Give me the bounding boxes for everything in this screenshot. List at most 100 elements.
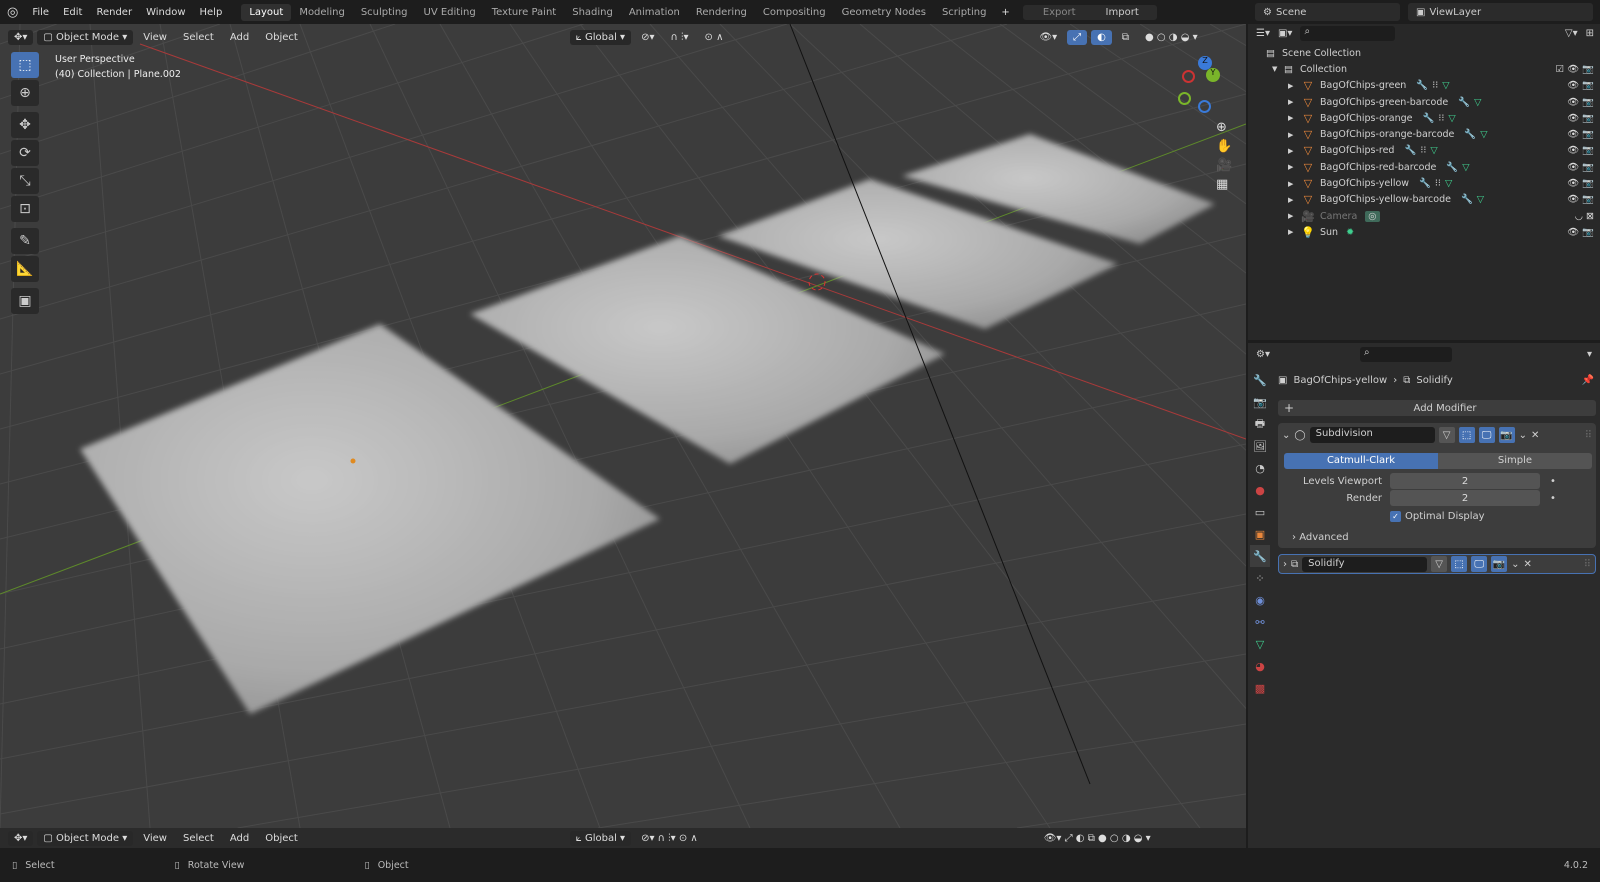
modifier-menu-icon[interactable]: ⌄	[1519, 430, 1527, 441]
expand-icon[interactable]: ▶	[1288, 114, 1300, 122]
on-cage-icon[interactable]: ⬚	[1451, 556, 1468, 572]
tab-layout[interactable]: Layout	[241, 3, 292, 21]
render-tab-icon[interactable]: 📷	[1250, 391, 1270, 413]
menu-file[interactable]: File	[25, 7, 56, 18]
add-modifier-button[interactable]: + Add Modifier	[1278, 400, 1596, 416]
delete-modifier-icon[interactable]: ✕	[1531, 430, 1539, 441]
modifier-wrench-icon[interactable]: 🔧	[1419, 178, 1431, 189]
mode-dropdown-2[interactable]: ▢ Object Mode ▾	[37, 830, 134, 846]
outliner-item[interactable]: ▶ ▽ BagOfChips-green 🔧 ⁝⁝ ▽ 👁 📷	[1266, 78, 1600, 94]
mesh-data-icon[interactable]: ▽	[1442, 80, 1449, 91]
collection-row[interactable]: ▼ ▤ Collection ☑ 👁 📷	[1266, 61, 1600, 77]
expand-icon[interactable]: ▶	[1288, 163, 1300, 171]
expand-icon[interactable]: ▶	[1288, 98, 1300, 106]
modifier-wrench-icon[interactable]: 🔧	[1416, 80, 1428, 91]
modifier-wrench-icon[interactable]: 🔧	[1423, 113, 1435, 124]
collection-tab-icon[interactable]: ▭	[1250, 501, 1270, 523]
menu-window[interactable]: Window	[139, 7, 192, 18]
tab-compositing[interactable]: Compositing	[755, 4, 834, 21]
add-workspace-button[interactable]: +	[994, 7, 1016, 18]
menu-object[interactable]: Object	[259, 30, 304, 45]
expand-icon[interactable]: ▶	[1288, 196, 1300, 204]
move-tool-icon[interactable]: ✥	[11, 112, 39, 138]
menu-view[interactable]: View	[137, 30, 173, 45]
import-button[interactable]: Import	[1094, 7, 1151, 18]
gizmo-toggle-icon[interactable]: ⤢	[1067, 29, 1088, 45]
mode-dropdown[interactable]: ▢ Object Mode ▾	[37, 29, 134, 45]
menu-select-2[interactable]: Select	[177, 831, 220, 846]
menu-object-2[interactable]: Object	[259, 831, 304, 846]
filter-view-icon[interactable]: ▣▾	[1278, 28, 1292, 39]
vertex-groups-icon[interactable]: ⁝⁝	[1420, 145, 1426, 156]
solidify-name-input[interactable]: Solidify	[1302, 556, 1428, 572]
output-tab-icon[interactable]: 🖶	[1250, 413, 1270, 435]
outliner-item[interactable]: ▶ 💡 Sun ✹ 👁 📷	[1266, 224, 1600, 240]
viewport-display-icon[interactable]: 🖵	[1471, 556, 1488, 572]
modifier-wrench-icon[interactable]: 🔧	[1458, 97, 1470, 108]
overlay-toggle-icon[interactable]: ◐	[1091, 29, 1112, 45]
mesh-data-icon[interactable]: ▽	[1480, 129, 1487, 140]
scene-selector[interactable]: ⚙ Scene	[1255, 3, 1400, 21]
tab-rendering[interactable]: Rendering	[688, 4, 755, 21]
outliner-item[interactable]: ▶ 🎥 Camera ◎ ◡ ⊠	[1266, 208, 1600, 224]
tab-scripting[interactable]: Scripting	[934, 4, 994, 21]
tab-uv-editing[interactable]: UV Editing	[416, 4, 484, 21]
modifier-menu-icon[interactable]: ⌄	[1511, 559, 1519, 570]
visibility-toggles[interactable]: 👁 📷	[1567, 162, 1594, 173]
display-mode-icon[interactable]: ☰▾	[1256, 28, 1270, 39]
add-cube-tool-icon[interactable]: ▣	[11, 288, 39, 314]
modifier-tab-icon[interactable]: 🔧	[1250, 545, 1270, 567]
navigation-gizmo[interactable]: Y Z X	[1172, 56, 1232, 116]
levels-viewport-field[interactable]: 2	[1390, 473, 1540, 489]
mesh-data-icon[interactable]: ▽	[1445, 178, 1452, 189]
visibility-toggles[interactable]: ◡ ⊠	[1575, 211, 1594, 222]
new-collection-icon[interactable]: ⊞	[1586, 28, 1594, 39]
physics-tab-icon[interactable]: ◉	[1250, 589, 1270, 611]
visibility-toggles[interactable]: 👁 📷	[1567, 129, 1594, 140]
render-levels-field[interactable]: 2	[1390, 490, 1540, 506]
visibility-toggles[interactable]: 👁 📷	[1567, 194, 1594, 205]
delete-modifier-icon[interactable]: ✕	[1524, 559, 1532, 570]
menu-help[interactable]: Help	[193, 7, 230, 18]
outliner-item[interactable]: ▶ ▽ BagOfChips-orange-barcode 🔧 ▽ 👁 📷	[1266, 126, 1600, 142]
sun-data-icon[interactable]: ✹	[1346, 227, 1354, 238]
view-layer-tab-icon[interactable]: 🖼	[1250, 435, 1270, 457]
options-chevron-icon[interactable]: ▾	[1587, 349, 1592, 360]
outliner-item[interactable]: ▶ ▽ BagOfChips-orange 🔧 ⁝⁝ ▽ 👁 📷	[1266, 110, 1600, 126]
visibility-toggles[interactable]: 👁 📷	[1567, 80, 1594, 91]
subdivision-name-input[interactable]: Subdivision	[1309, 427, 1435, 443]
blender-logo-icon[interactable]: ◎	[0, 5, 25, 20]
cursor-tool-icon[interactable]: ⊕	[11, 80, 39, 106]
visibility-toggles[interactable]: 👁 📷	[1567, 113, 1594, 124]
tab-texture-paint[interactable]: Texture Paint	[484, 4, 565, 21]
menu-render[interactable]: Render	[89, 7, 139, 18]
drag-handle-icon[interactable]: ⠿	[1585, 430, 1592, 441]
mesh-data-icon[interactable]: ▽	[1462, 162, 1469, 173]
catmull-clark-option[interactable]: Catmull-Clark	[1284, 453, 1438, 469]
measure-tool-icon[interactable]: 📐	[11, 256, 39, 282]
filter-icon[interactable]: ▽▾	[1565, 28, 1578, 39]
expand-icon[interactable]: ▶	[1288, 180, 1300, 188]
camera-view-icon[interactable]: 🎥	[1216, 158, 1232, 173]
tab-modeling[interactable]: Modeling	[291, 4, 353, 21]
on-cage-icon[interactable]: ⬚	[1458, 427, 1475, 443]
pivot-icon[interactable]: ⊘▾	[635, 30, 660, 45]
viewlayer-selector[interactable]: ▣ ViewLayer	[1408, 3, 1593, 21]
collapse-chevron-icon[interactable]: ⌄	[1282, 430, 1290, 441]
shading-icons-2[interactable]: 👁▾ ⤢ ◐ ⧉ ● ○ ◑ ◒ ▾	[1038, 831, 1157, 846]
constraints-tab-icon[interactable]: ⚯	[1250, 611, 1270, 633]
modifier-wrench-icon[interactable]: 🔧	[1404, 145, 1416, 156]
gizmo-neg-y[interactable]	[1178, 92, 1191, 105]
outliner-search-input[interactable]: ⌕	[1300, 26, 1396, 41]
expand-icon[interactable]: ▶	[1288, 228, 1300, 236]
camera-data-icon[interactable]: ◎	[1365, 210, 1380, 222]
shading-modes-icon[interactable]: ● ○ ◑ ◒ ▾	[1139, 30, 1204, 45]
outliner-item[interactable]: ▶ ▽ BagOfChips-green-barcode 🔧 ▽ 👁 📷	[1266, 94, 1600, 110]
outliner-item[interactable]: ▶ ▽ BagOfChips-red 🔧 ⁝⁝ ▽ 👁 📷	[1266, 143, 1600, 159]
menu-add-2[interactable]: Add	[224, 831, 255, 846]
vertex-groups-icon[interactable]: ⁝⁝	[1438, 113, 1444, 124]
expand-icon[interactable]: ▶	[1288, 147, 1300, 155]
gizmo-neg-x[interactable]	[1182, 70, 1195, 83]
object-tab-icon[interactable]: ▣	[1250, 523, 1270, 545]
editor-type-icon[interactable]: ⚙▾	[1256, 349, 1270, 360]
